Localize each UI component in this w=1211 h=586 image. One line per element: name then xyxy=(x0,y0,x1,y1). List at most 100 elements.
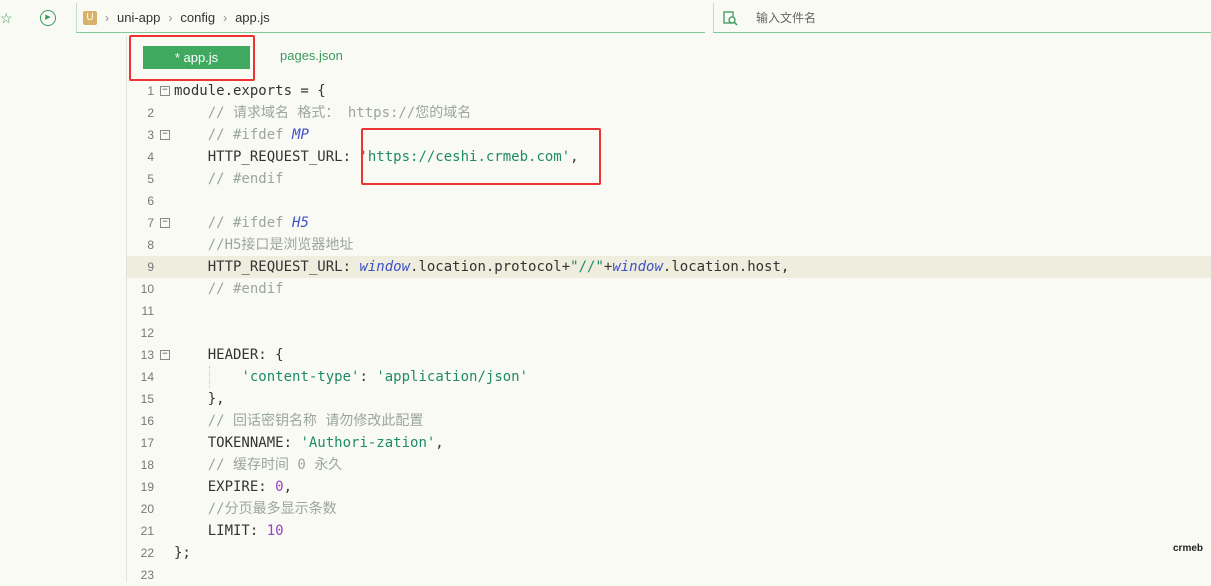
highlight-box-url xyxy=(361,128,601,185)
code-line[interactable]: 9 HTTP_REQUEST_URL: window.location.prot… xyxy=(127,256,1211,278)
code-token: // #endif xyxy=(207,281,284,297)
tab-pages-json[interactable]: pages.json xyxy=(280,48,343,63)
code-line[interactable]: 16 // 回话密钥名称 请勿修改此配置 xyxy=(127,410,1211,432)
file-search-icon xyxy=(723,10,738,26)
code-token: HTTP_REQUEST_URL: xyxy=(174,149,360,165)
code-token: .location.host, xyxy=(662,259,790,275)
code-token: window xyxy=(359,259,411,275)
star-icon[interactable]: ☆ xyxy=(0,10,13,26)
code-line[interactable]: 18 // 缓存时间 0 永久 xyxy=(127,454,1211,476)
code-token: // #ifdef xyxy=(207,127,293,143)
code-text: // #endif xyxy=(174,168,284,190)
code-token: window xyxy=(612,259,663,275)
code-token: "//" xyxy=(570,259,604,275)
breadcrumb-item-config[interactable]: config xyxy=(180,10,215,25)
code-line[interactable]: 15 }, xyxy=(127,388,1211,410)
code-line[interactable]: 8 //H5接口是浏览器地址 xyxy=(127,234,1211,256)
code-text: // 缓存时间 0 永久 xyxy=(174,454,343,476)
code-text: }; xyxy=(174,542,191,564)
code-text: }, xyxy=(174,388,225,410)
chevron-right-icon: › xyxy=(168,10,173,25)
fold-toggle-icon[interactable]: − xyxy=(160,218,170,228)
code-token: MP xyxy=(292,127,309,143)
code-line[interactable]: 14 'content-type': 'application/json' xyxy=(127,366,1211,388)
search-input[interactable]: 输入文件名 xyxy=(756,9,816,26)
code-text: // 回话密钥名称 请勿修改此配置 xyxy=(174,410,424,432)
watermark-logo: crmeb xyxy=(1172,543,1203,554)
line-number: 15 xyxy=(140,392,154,406)
file-search[interactable]: 输入文件名 xyxy=(713,3,1211,33)
code-line[interactable]: 10 // #endif xyxy=(127,278,1211,300)
line-number: 20 xyxy=(140,502,154,516)
code-line[interactable]: 21 LIMIT: 10 xyxy=(127,520,1211,542)
line-number: 17 xyxy=(140,436,154,450)
code-text: TOKENNAME: 'Authori-zation', xyxy=(174,432,444,454)
code-token: : xyxy=(359,369,377,385)
run-icon[interactable]: ▶ xyxy=(40,10,56,26)
code-token: 10 xyxy=(266,523,284,539)
code-token: // #endif xyxy=(207,171,284,187)
code-line[interactable]: 17 TOKENNAME: 'Authori-zation', xyxy=(127,432,1211,454)
breadcrumb: U › uni-app › config › app.js xyxy=(76,3,705,33)
top-toolbar: ☆ ▶ U › uni-app › config › app.js 输入文件名 xyxy=(0,0,1211,36)
line-number: 23 xyxy=(140,568,154,582)
line-number: 9 xyxy=(147,260,154,274)
fold-toggle-icon[interactable]: − xyxy=(160,130,170,140)
code-token: // #ifdef xyxy=(207,215,293,231)
code-token: H5 xyxy=(292,215,309,231)
code-line[interactable]: 6 xyxy=(127,190,1211,212)
line-number: 13 xyxy=(140,348,154,362)
code-line[interactable]: 1− module.exports = { xyxy=(127,80,1211,102)
code-token: 0 xyxy=(275,479,284,495)
code-text: // 请求域名 格式： https://您的域名 xyxy=(174,102,472,124)
code-token: 'Authori-zation' xyxy=(300,435,436,451)
chevron-right-icon: › xyxy=(223,10,228,25)
code-line[interactable]: 4 HTTP_REQUEST_URL: 'https://ceshi.crmeb… xyxy=(127,146,1211,168)
code-line[interactable]: 20 //分页最多显示条数 xyxy=(127,498,1211,520)
code-text: LIMIT: 10 xyxy=(174,520,284,542)
line-number: 8 xyxy=(147,238,154,252)
breadcrumb-item-uni-app[interactable]: uni-app xyxy=(117,10,160,25)
code-text: HTTP_REQUEST_URL: window.location.protoc… xyxy=(174,256,790,278)
code-text: //分页最多显示条数 xyxy=(174,498,337,520)
fold-toggle-icon[interactable]: − xyxy=(160,350,170,360)
code-line[interactable]: 11 xyxy=(127,300,1211,322)
code-line[interactable]: 2 // 请求域名 格式： https://您的域名 xyxy=(127,102,1211,124)
code-line[interactable]: 19 EXPIRE: 0, xyxy=(127,476,1211,498)
highlight-box-tab xyxy=(129,35,255,81)
code-token: HTTP_REQUEST_URL: xyxy=(174,259,360,275)
line-number: 4 xyxy=(147,150,154,164)
code-text: HEADER: { xyxy=(174,344,284,366)
line-number: 19 xyxy=(140,480,154,494)
code-line[interactable]: 7− // #ifdef H5 xyxy=(127,212,1211,234)
breadcrumb-item-app-js[interactable]: app.js xyxy=(235,10,270,25)
code-token: TOKENNAME: xyxy=(174,435,301,451)
code-token: // 缓存时间 0 永久 xyxy=(207,457,343,473)
code-token: 'content-type' xyxy=(241,369,360,385)
line-number: 7 xyxy=(147,216,154,230)
code-line[interactable]: 22}; xyxy=(127,542,1211,564)
code-line[interactable]: 3− // #ifdef MP xyxy=(127,124,1211,146)
code-line[interactable]: 23 xyxy=(127,564,1211,586)
code-text: // #endif xyxy=(174,278,284,300)
line-number: 6 xyxy=(147,194,154,208)
code-line[interactable]: 12 xyxy=(127,322,1211,344)
fold-toggle-icon[interactable]: − xyxy=(160,86,170,96)
code-text: //H5接口是浏览器地址 xyxy=(174,234,354,256)
code-line[interactable]: 13− HEADER: { xyxy=(127,344,1211,366)
code-token: //H5接口是浏览器地址 xyxy=(207,237,354,253)
code-token: , xyxy=(435,435,444,451)
code-editor[interactable]: 1− module.exports = {2 // 请求域名 格式： https:… xyxy=(127,80,1211,582)
code-text: // #ifdef H5 xyxy=(174,212,309,234)
chevron-right-icon: › xyxy=(105,10,109,25)
code-token: }; xyxy=(174,545,191,561)
code-line[interactable]: 5 // #endif xyxy=(127,168,1211,190)
